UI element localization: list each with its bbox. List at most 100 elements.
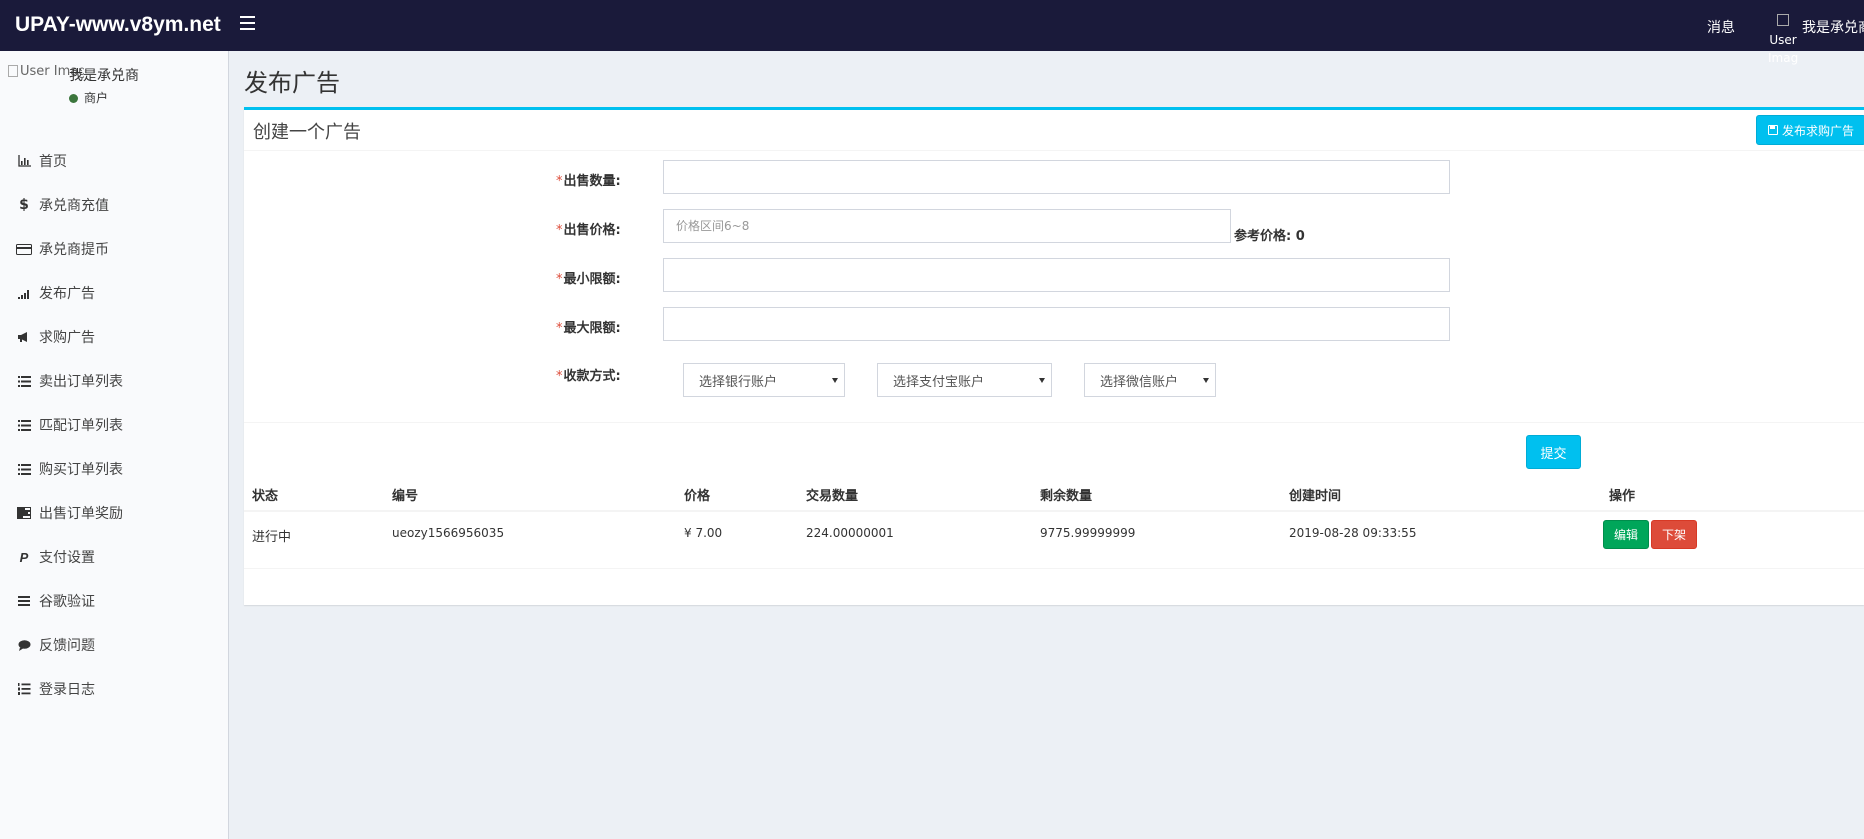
delist-button[interactable]: 下架 <box>1651 520 1697 549</box>
form-divider <box>244 422 1864 423</box>
user-status-text: 商户 <box>84 91 109 105</box>
sell-amount-label: *出售数量: <box>556 170 621 189</box>
sell-price-input[interactable] <box>663 209 1231 243</box>
caret-down-icon <box>1039 378 1045 383</box>
tasks-icon <box>15 506 33 520</box>
sidebar-item-label: 支付设置 <box>39 550 95 566</box>
bar-chart-icon <box>15 154 33 168</box>
sidebar-item-label: 求购广告 <box>39 330 95 346</box>
alipay-account-select-value: 选择支付宝账户 <box>893 374 985 390</box>
sidebar-menu: 首页 $ 承兑商充值 承兑商提币 发布广告 求购广告 卖出订单列表 匹配订单列表 <box>0 139 228 711</box>
online-status-icon <box>69 94 78 103</box>
caret-down-icon <box>1203 378 1209 383</box>
min-limit-label-text: 最小限额: <box>563 272 621 287</box>
sidebar-item-login-log[interactable]: 登录日志 <box>0 667 228 711</box>
bank-account-select-value: 选择银行账户 <box>699 374 778 390</box>
sidebar-item-match-orders[interactable]: 匹配订单列表 <box>0 403 228 447</box>
col-price: 价格 <box>684 489 711 504</box>
credit-card-icon <box>15 242 33 256</box>
sidebar-item-feedback[interactable]: 反馈问题 <box>0 623 228 667</box>
sidebar-toggle-icon[interactable] <box>240 16 255 33</box>
sidebar-item-sell-rewards[interactable]: 出售订单奖励 <box>0 491 228 535</box>
sidebar-item-label: 登录日志 <box>39 682 95 698</box>
col-trade-qty: 交易数量 <box>806 489 859 504</box>
create-ad-box: 创建一个广告 发布求购广告 *出售数量: *出售价格: 参考价格: 0 *最小限… <box>244 107 1864 605</box>
user-status: 商户 <box>69 89 108 106</box>
sidebar-item-withdraw[interactable]: 承兑商提币 <box>0 227 228 271</box>
sell-amount-label-text: 出售数量: <box>563 174 621 189</box>
sidebar-item-publish-ad[interactable]: 发布广告 <box>0 271 228 315</box>
page-title: 发布广告 <box>244 69 340 97</box>
sidebar-item-recharge[interactable]: $ 承兑商充值 <box>0 183 228 227</box>
payment-method-label-text: 收款方式: <box>563 369 621 384</box>
required-mark: * <box>556 321 563 336</box>
publish-buy-ad-label: 发布求购广告 <box>1781 123 1854 138</box>
reference-price: 参考价格: 0 <box>1234 225 1305 244</box>
sidebar: User Image 我是承兑商 商户 首页 $ 承兑商充值 承兑商提币 发布广… <box>0 51 229 839</box>
max-limit-label: *最大限额: <box>556 317 621 336</box>
sidebar-item-label: 承兑商提币 <box>39 242 109 258</box>
sidebar-item-home[interactable]: 首页 <box>0 139 228 183</box>
sidebar-item-label: 发布广告 <box>39 286 95 302</box>
publish-buy-ad-button[interactable]: 发布求购广告 <box>1756 115 1864 145</box>
reference-price-label: 参考价格: <box>1234 229 1292 244</box>
edit-button[interactable]: 编辑 <box>1603 520 1649 549</box>
cell-remain-qty: 9775.99999999 <box>1040 526 1136 540</box>
wechat-account-select[interactable]: 选择微信账户 <box>1084 363 1216 397</box>
payment-method-label: *收款方式: <box>556 365 621 384</box>
sidebar-item-payment-settings[interactable]: P 支付设置 <box>0 535 228 579</box>
sidebar-item-buy-ad[interactable]: 求购广告 <box>0 315 228 359</box>
sidebar-item-label: 承兑商充值 <box>39 198 109 214</box>
sidebar-item-label: 匹配订单列表 <box>39 418 123 434</box>
brand-logo[interactable]: UPAY-www.v8ym.net <box>15 13 221 37</box>
cell-created: 2019-08-28 09:33:55 <box>1289 526 1417 540</box>
col-created: 创建时间 <box>1289 489 1342 504</box>
min-limit-input[interactable] <box>663 258 1450 292</box>
box-title: 创建一个广告 <box>253 122 361 143</box>
sell-amount-input[interactable] <box>663 160 1450 194</box>
list-icon <box>15 418 33 432</box>
cell-price: ¥ 7.00 <box>684 526 723 540</box>
comment-icon <box>15 638 33 652</box>
alipay-account-select[interactable]: 选择支付宝账户 <box>877 363 1052 397</box>
sidebar-user-name: 我是承兑商 <box>69 68 139 84</box>
signal-icon <box>15 286 33 300</box>
sidebar-item-label: 谷歌验证 <box>39 594 95 610</box>
wechat-account-select-value: 选择微信账户 <box>1100 374 1179 390</box>
sidebar-item-label: 出售订单奖励 <box>39 506 123 522</box>
dollar-icon: $ <box>19 197 29 213</box>
required-mark: * <box>556 369 563 384</box>
max-limit-input[interactable] <box>663 307 1450 341</box>
bullhorn-icon <box>15 330 33 344</box>
max-limit-label-text: 最大限额: <box>563 321 621 336</box>
caret-down-icon <box>832 378 838 383</box>
required-mark: * <box>556 174 563 189</box>
sidebar-item-sell-orders[interactable]: 卖出订单列表 <box>0 359 228 403</box>
list-ol-icon <box>15 682 33 696</box>
messages-link[interactable]: 消息 <box>1707 17 1735 37</box>
sidebar-item-google-auth[interactable]: 谷歌验证 <box>0 579 228 623</box>
cell-status: 进行中 <box>252 530 292 545</box>
cell-id: ueozy1566956035 <box>392 526 505 540</box>
required-mark: * <box>556 223 563 238</box>
header-user-name[interactable]: 我是承兑商 <box>1802 17 1864 37</box>
sidebar-item-label: 卖出订单列表 <box>39 374 123 390</box>
col-status: 状态 <box>252 489 279 504</box>
top-navbar: UPAY-www.v8ym.net 消息 User Image 我是承兑商 <box>0 0 1864 65</box>
save-icon <box>1767 125 1778 135</box>
sidebar-item-label: 购买订单列表 <box>39 462 123 478</box>
reference-price-value: 0 <box>1295 229 1305 244</box>
user-panel: User Image 我是承兑商 商户 <box>8 64 223 109</box>
required-mark: * <box>556 272 563 287</box>
bank-account-select[interactable]: 选择银行账户 <box>683 363 845 397</box>
sidebar-item-buy-orders[interactable]: 购买订单列表 <box>0 447 228 491</box>
main-content: 发布广告 创建一个广告 发布求购广告 *出售数量: *出售价格: 参考价格: 0… <box>229 51 1864 839</box>
list-icon <box>15 374 33 388</box>
bars-icon <box>15 594 33 608</box>
submit-button[interactable]: 提交 <box>1526 435 1581 469</box>
min-limit-label: *最小限额: <box>556 268 621 287</box>
col-actions: 操作 <box>1609 489 1636 504</box>
broken-image-icon <box>1777 14 1789 26</box>
box-header: 创建一个广告 发布求购广告 <box>244 110 1864 151</box>
col-remain-qty: 剩余数量 <box>1040 489 1093 504</box>
